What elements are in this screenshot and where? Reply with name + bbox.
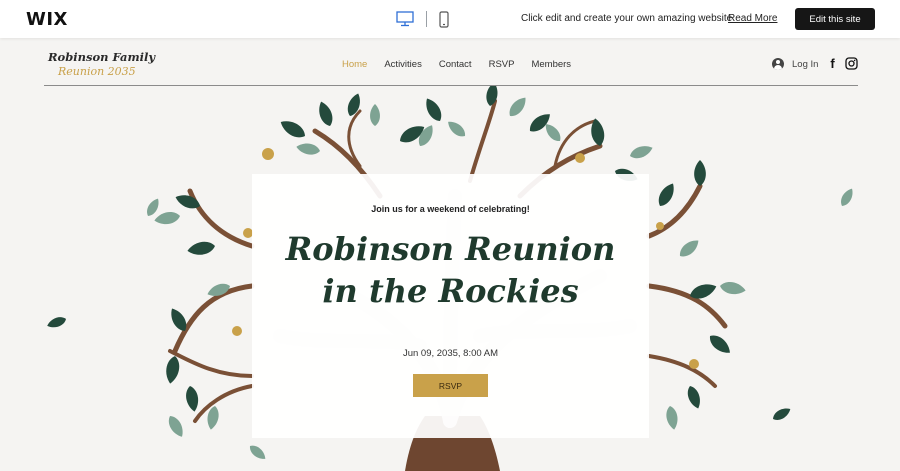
user-avatar-icon	[772, 58, 784, 70]
wix-top-bar: WIX Click edit and create your own amazi…	[0, 0, 900, 38]
rsvp-button[interactable]: RSVP	[413, 374, 488, 397]
device-switcher	[396, 9, 449, 29]
site-title-line1[interactable]: Robinson Family	[48, 50, 155, 64]
promo-text: Click edit and create your own amazing w…	[521, 13, 733, 24]
login-button[interactable]: Log In	[772, 58, 818, 70]
nav-members[interactable]: Members	[531, 59, 571, 70]
event-card: Join us for a weekend of celebrating! Ro…	[252, 174, 649, 438]
main-navigation: Home Activities Contact RSVP Members	[342, 59, 588, 70]
site-title-line2[interactable]: Reunion 2035	[58, 65, 136, 78]
headline-line2: in the Rockies	[322, 272, 579, 310]
site-header: Robinson Family Reunion 2035 Home Activi…	[0, 38, 900, 86]
mobile-phone-icon[interactable]	[439, 9, 449, 29]
nav-rsvp[interactable]: RSVP	[489, 59, 515, 70]
nav-home[interactable]: Home	[342, 59, 367, 70]
desktop-monitor-icon[interactable]	[396, 9, 414, 29]
edit-this-site-button[interactable]: Edit this site	[795, 8, 875, 30]
instagram-icon[interactable]	[845, 57, 858, 70]
hero-section: Join us for a weekend of celebrating! Ro…	[0, 86, 900, 471]
nav-contact[interactable]: Contact	[439, 59, 472, 70]
read-more-link[interactable]: Read More	[728, 13, 777, 24]
event-date: Jun 09, 2035, 8:00 AM	[402, 348, 499, 359]
headline-line1: Robinson Reunion	[285, 230, 616, 268]
device-separator	[426, 11, 427, 27]
event-tagline: Join us for a weekend of celebrating!	[371, 204, 530, 214]
nav-activities[interactable]: Activities	[384, 59, 421, 70]
login-label: Log In	[792, 58, 819, 70]
wix-logo[interactable]: WIX	[26, 9, 68, 30]
facebook-icon[interactable]: f	[826, 56, 839, 71]
event-headline: Robinson Reunion in the Rockies	[252, 228, 649, 312]
